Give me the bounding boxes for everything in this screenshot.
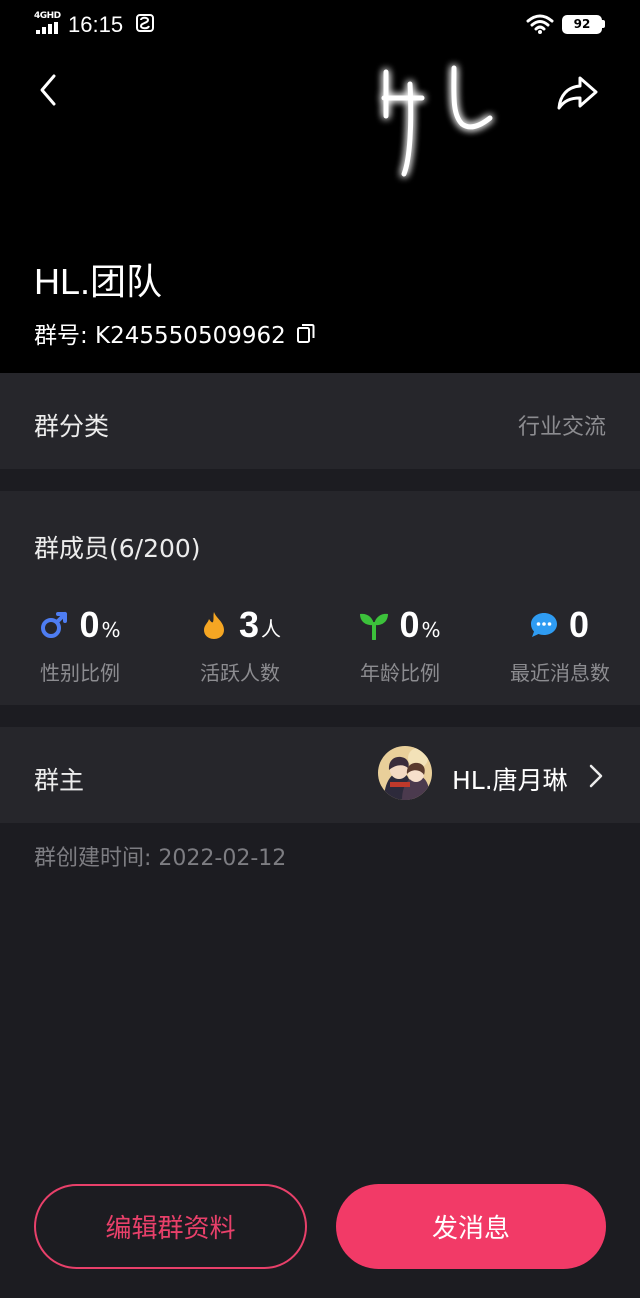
wifi-icon <box>526 14 554 34</box>
group-id-text: 群号: K245550509962 <box>34 323 286 349</box>
owner-name: HL.唐月琳 <box>452 766 568 795</box>
chat-bubble-icon <box>530 613 557 637</box>
male-gender-icon <box>41 612 68 638</box>
group-id: 群号: K245550509962 <box>34 316 316 350</box>
group-logo <box>381 65 493 177</box>
network-type: 4GHD <box>34 11 61 21</box>
stat-value: 3 <box>238 604 260 645</box>
stat-age: 0 % 年龄比例 <box>320 599 480 689</box>
stat-caption: 年龄比例 <box>360 661 440 685</box>
avatar[interactable] <box>378 746 432 800</box>
stat-caption: 性别比例 <box>40 661 120 685</box>
edit-group-button[interactable]: 编辑群资料 <box>34 1184 307 1269</box>
owner-label: 群主 <box>34 766 85 795</box>
stat-unit: 人 <box>261 617 282 641</box>
clock: 16:15 <box>68 12 124 37</box>
group-category-row: 群分类 行业交流 <box>0 373 640 469</box>
battery-tip <box>602 20 605 28</box>
chevron-right-icon <box>589 764 603 788</box>
back-icon[interactable] <box>34 70 64 110</box>
sprout-icon <box>360 613 389 640</box>
members-title: 群成员(6/200) <box>34 534 201 563</box>
stat-gender: 0 % 性别比例 <box>0 599 160 689</box>
send-message-button[interactable]: 发消息 <box>336 1184 606 1269</box>
stat-value: 0 <box>79 604 100 645</box>
status-bar: 4GHD 16:15 92 <box>0 0 640 50</box>
group-members-card[interactable]: 群成员(6/200) 0 % 性别比例 3 人 活跃人数 0 % 年龄比例 0 … <box>0 491 640 705</box>
category-value: 行业交流 <box>517 415 606 440</box>
group-owner-row[interactable]: 群主 HL.唐月琳 <box>0 727 640 823</box>
stat-caption: 最近消息数 <box>510 661 610 685</box>
category-label: 群分类 <box>34 412 110 441</box>
stat-active: 3 人 活跃人数 <box>160 599 320 689</box>
group-header: HL.团队 群号: K245550509962 <box>0 50 640 373</box>
flame-icon <box>203 612 224 639</box>
group-created-date: 群创建时间: 2022-02-12 <box>34 846 287 871</box>
copy-icon[interactable] <box>296 322 316 344</box>
stat-unit: % <box>421 618 441 642</box>
group-name: HL.团队 <box>34 261 163 302</box>
stat-unit: % <box>101 618 121 642</box>
battery-icon: 92 <box>562 15 602 34</box>
signal-icon <box>36 22 58 34</box>
stat-value: 0 <box>568 604 590 645</box>
stat-messages: 0 最近消息数 <box>480 599 640 689</box>
stat-caption: 活跃人数 <box>200 661 280 685</box>
stat-value: 0 <box>399 604 420 645</box>
share-icon[interactable] <box>556 72 600 112</box>
notification-app-icon <box>136 14 154 32</box>
